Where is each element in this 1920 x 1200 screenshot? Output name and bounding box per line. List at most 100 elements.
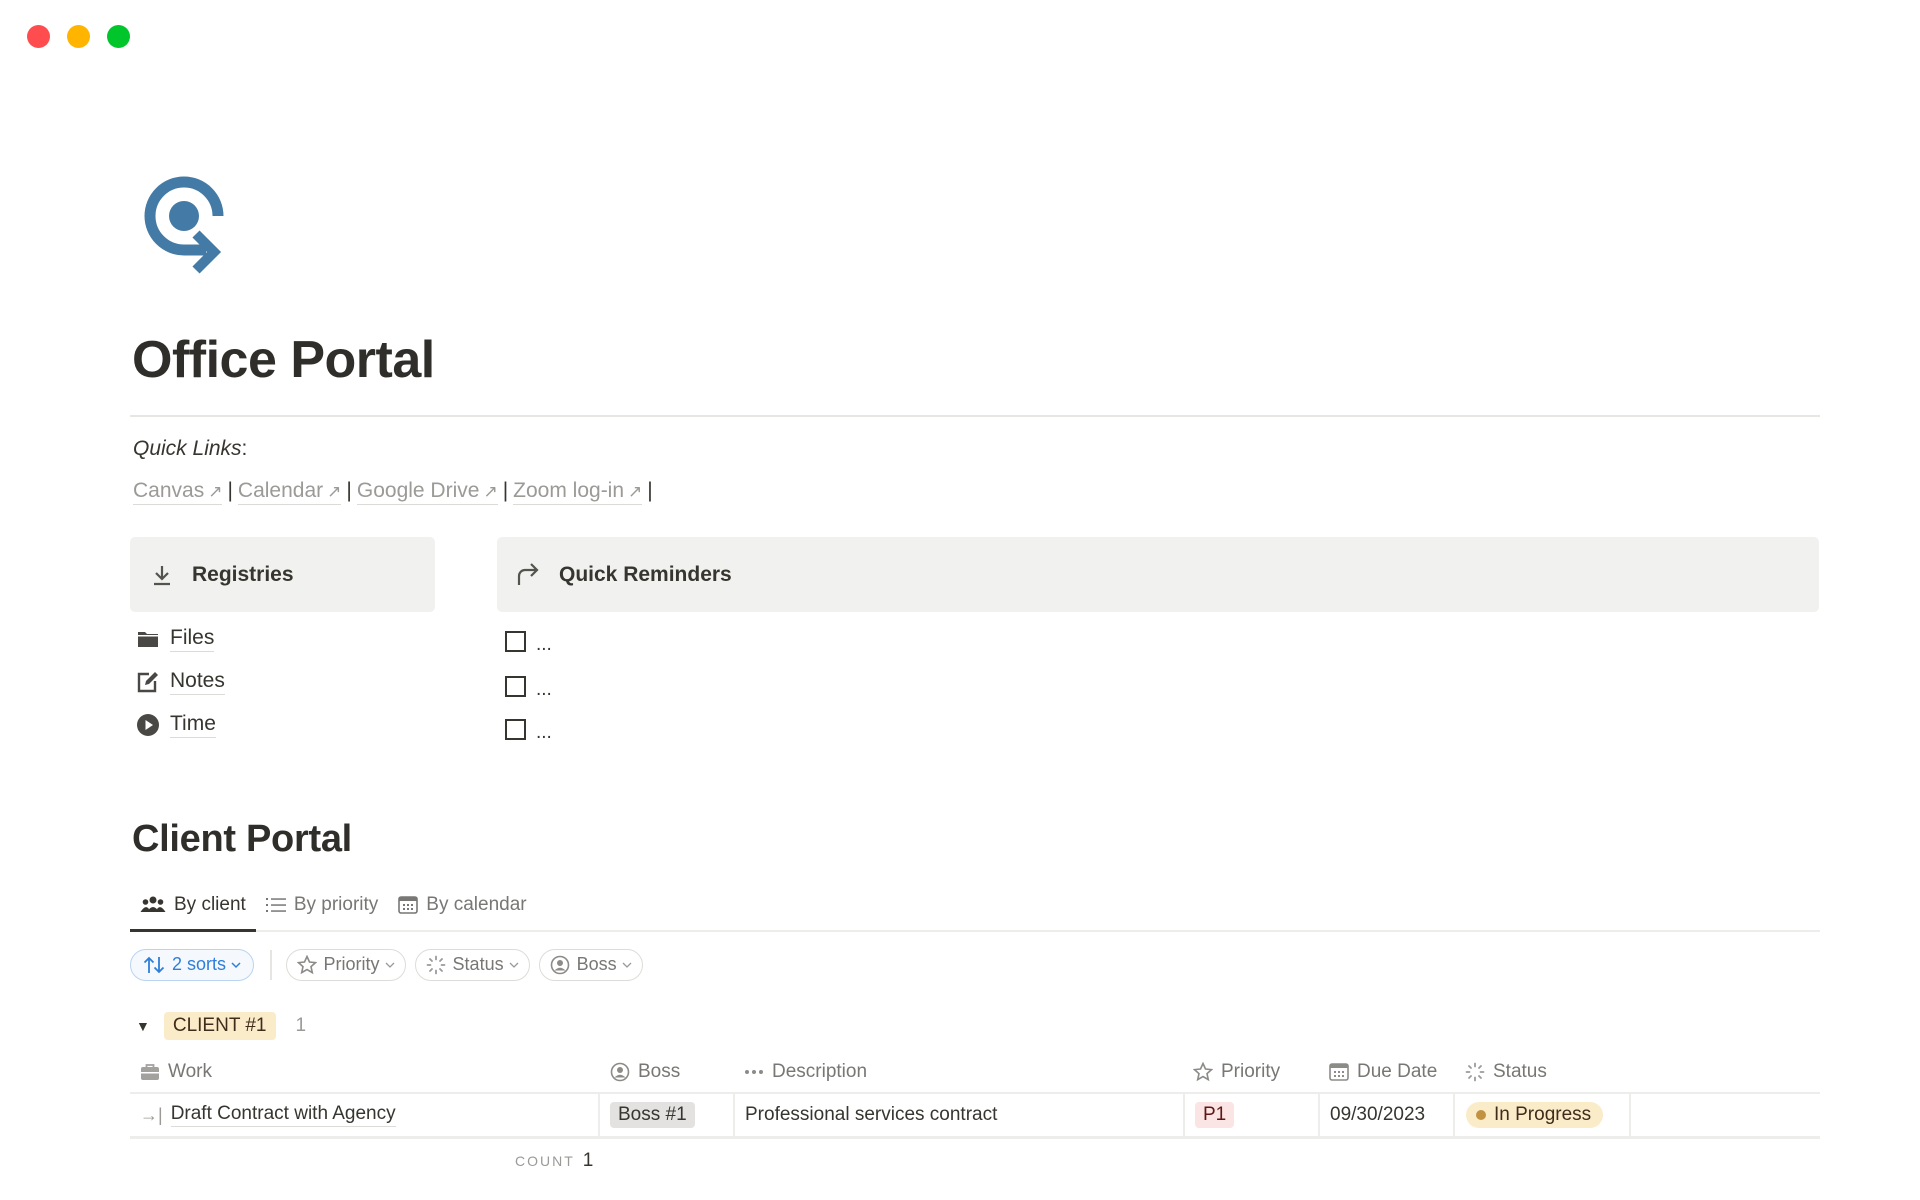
filter-label: Status xyxy=(452,954,504,974)
reminder-item: ... xyxy=(505,675,552,700)
status-spinner-icon xyxy=(1465,1062,1485,1082)
link-calendar-label: Calendar xyxy=(237,479,324,502)
cell-priority[interactable]: P1 xyxy=(1195,1094,1235,1136)
column-divider xyxy=(1183,1094,1185,1136)
cell-status[interactable]: In Progress xyxy=(1466,1094,1604,1136)
open-page-arrow-icon[interactable]: →| xyxy=(140,1105,163,1126)
briefcase-icon xyxy=(141,1064,159,1080)
window-minimize-button[interactable] xyxy=(67,25,90,48)
quick-links-colon: : xyxy=(241,437,248,460)
status-label: In Progress xyxy=(1494,1104,1592,1125)
tab-by-calendar[interactable]: By calendar xyxy=(388,880,536,930)
link-separator: | xyxy=(647,479,653,502)
reminder-item: ... xyxy=(505,718,552,743)
tab-label: By calendar xyxy=(426,894,527,915)
chevron-down-icon xyxy=(509,962,519,968)
checkbox[interactable] xyxy=(505,718,526,740)
calendar-icon xyxy=(398,896,419,914)
group-header: ▼ CLIENT #1 1 xyxy=(136,1011,306,1041)
window-close-button[interactable] xyxy=(27,25,50,48)
checkbox[interactable] xyxy=(505,675,526,697)
link-canvas-label: Canvas xyxy=(133,479,205,502)
column-label: Priority xyxy=(1221,1061,1281,1082)
star-icon xyxy=(296,954,317,974)
external-link-icon: ↗ xyxy=(628,482,643,501)
registry-item-label: Time xyxy=(170,712,216,738)
edit-note-icon xyxy=(137,672,158,693)
count-label: COUNT xyxy=(515,1153,575,1169)
registry-item-files[interactable]: Files xyxy=(136,626,215,652)
registry-item-time[interactable]: Time xyxy=(136,712,216,738)
column-header-status[interactable]: Status xyxy=(1465,1052,1547,1092)
status-spinner-icon xyxy=(426,955,445,974)
person-circle-icon xyxy=(550,955,569,974)
collapse-caret-icon[interactable]: ▼ xyxy=(136,1018,150,1034)
tab-label: By priority xyxy=(293,894,379,915)
due-date-text: 09/30/2023 xyxy=(1330,1104,1426,1125)
folder-icon xyxy=(138,632,158,647)
link-zoom-login-label: Zoom log-in xyxy=(513,479,625,502)
filter-priority[interactable]: Priority xyxy=(285,948,406,981)
reminders-callout: Quick Reminders xyxy=(497,537,1819,612)
link-google-drive-label: Google Drive xyxy=(356,479,480,502)
reminder-text[interactable]: ... xyxy=(536,679,552,701)
link-calendar[interactable]: Calendar ↗ xyxy=(237,479,342,505)
link-zoom-login[interactable]: Zoom log-in ↗ xyxy=(513,479,643,505)
column-header-boss[interactable]: Boss xyxy=(610,1052,680,1092)
sorts-button[interactable]: 2 sorts xyxy=(130,948,255,981)
cell-work[interactable]: →| Draft Contract with Agency xyxy=(140,1094,396,1136)
column-label: Description xyxy=(772,1061,868,1082)
cell-due-date[interactable]: 09/30/2023 xyxy=(1330,1094,1425,1136)
tab-label: By client xyxy=(174,893,246,915)
count-value: 1 xyxy=(582,1150,594,1171)
column-divider xyxy=(598,1094,600,1136)
download-icon xyxy=(154,565,170,585)
reminder-text[interactable]: ... xyxy=(536,722,552,744)
external-link-icon: ↗ xyxy=(208,482,223,501)
external-link-icon: ↗ xyxy=(483,482,498,501)
link-google-drive[interactable]: Google Drive ↗ xyxy=(356,479,498,505)
target-arrow-icon[interactable] xyxy=(140,176,236,280)
registries-title: Registries xyxy=(192,562,294,586)
cell-boss[interactable]: Boss #1 xyxy=(610,1094,695,1136)
view-tabs: By client By priority By calendar xyxy=(130,880,1820,932)
column-divider xyxy=(1318,1094,1320,1136)
reminder-item: ... xyxy=(505,630,552,655)
external-link-icon: ↗ xyxy=(327,482,342,501)
registry-item-label: Files xyxy=(170,626,215,652)
link-canvas[interactable]: Canvas ↗ xyxy=(133,479,223,505)
column-header-priority[interactable]: Priority xyxy=(1193,1052,1280,1092)
calendar-icon xyxy=(1329,1063,1349,1081)
page-title: Office Portal xyxy=(132,331,435,389)
client-portal-title: Client Portal xyxy=(132,818,352,860)
cell-description[interactable]: Professional services contract xyxy=(745,1094,997,1136)
registry-item-notes[interactable]: Notes xyxy=(136,669,225,695)
tab-by-client[interactable]: By client xyxy=(130,880,256,932)
filter-divider xyxy=(270,949,272,980)
work-title[interactable]: Draft Contract with Agency xyxy=(170,1103,396,1127)
column-header-work[interactable]: Work xyxy=(140,1052,212,1092)
quick-links-label: Quick Links: xyxy=(133,437,247,461)
filter-boss[interactable]: Boss xyxy=(538,948,643,981)
table-footer-count[interactable]: COUNT 1 xyxy=(515,1150,593,1172)
dots-icon xyxy=(745,1070,763,1074)
column-label: Status xyxy=(1493,1061,1547,1082)
quick-links-row: Canvas ↗ | Calendar ↗ | Google Drive ↗ | Zo… xyxy=(133,479,658,505)
column-divider xyxy=(1629,1094,1631,1136)
person-circle-icon xyxy=(610,1062,630,1082)
table-row[interactable]: →| Draft Contract with Agency Boss #1 Pr… xyxy=(130,1094,1820,1139)
tab-by-priority[interactable]: By priority xyxy=(256,880,388,930)
reminder-text[interactable]: ... xyxy=(536,634,552,656)
registries-callout: Registries xyxy=(130,537,435,612)
checkbox[interactable] xyxy=(505,630,526,652)
column-header-description[interactable]: Description xyxy=(744,1052,867,1092)
column-label: Boss xyxy=(638,1061,681,1082)
redo-arrow-icon xyxy=(517,562,539,585)
priority-chip: P1 xyxy=(1195,1102,1235,1128)
status-dot-icon xyxy=(1476,1110,1486,1120)
sort-arrows-icon xyxy=(143,956,165,973)
column-label: Due Date xyxy=(1357,1061,1438,1082)
column-header-due-date[interactable]: Due Date xyxy=(1329,1052,1437,1092)
filter-status[interactable]: Status xyxy=(414,948,530,981)
window-zoom-button[interactable] xyxy=(107,25,130,48)
